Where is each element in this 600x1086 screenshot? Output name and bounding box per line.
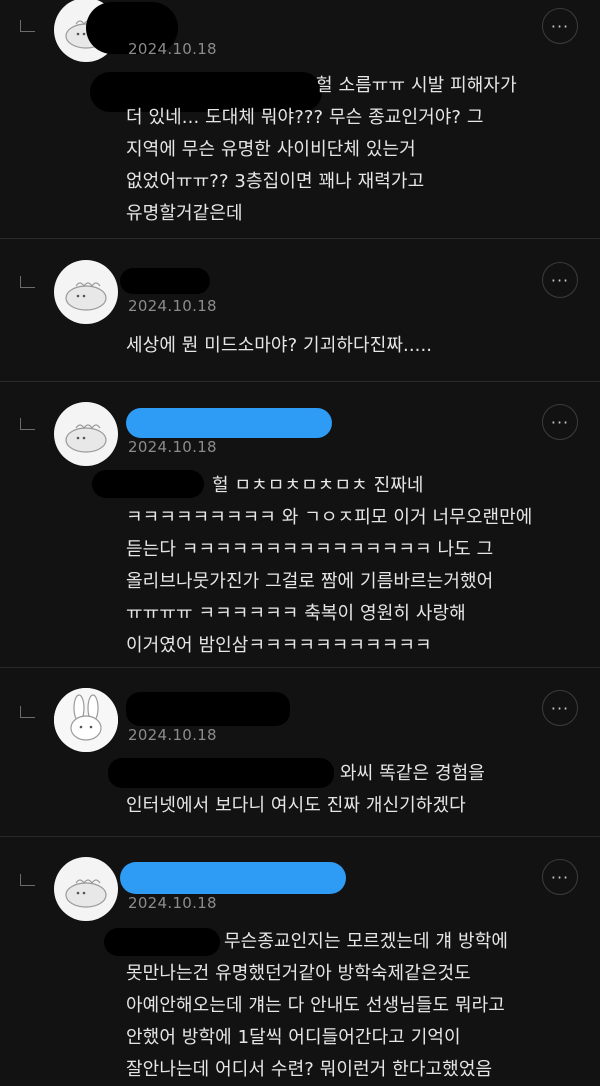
redacted-username — [126, 692, 290, 726]
comment-date: 2024.10.18 — [128, 726, 217, 744]
more-options-button[interactable]: ··· — [542, 690, 578, 726]
redacted-username — [120, 268, 210, 294]
divider — [0, 381, 600, 382]
dino-avatar-icon — [65, 424, 107, 453]
reply-arrow-icon — [20, 276, 35, 288]
comment-date: 2024.10.18 — [128, 438, 217, 456]
divider — [0, 836, 600, 837]
divider — [0, 238, 600, 239]
comment-date: 2024.10.18 — [128, 40, 217, 58]
divider — [0, 667, 600, 668]
comment-date: 2024.10.18 — [128, 297, 217, 315]
avatar[interactable] — [54, 857, 118, 921]
avatar[interactable] — [54, 260, 118, 324]
reply-arrow-icon — [20, 418, 35, 430]
avatar[interactable] — [54, 688, 118, 752]
more-dots-icon: ··· — [550, 698, 570, 718]
more-dots-icon: ··· — [550, 16, 570, 36]
more-dots-icon: ··· — [550, 270, 570, 290]
more-dots-icon: ··· — [550, 867, 570, 887]
redacted-username — [126, 408, 332, 438]
more-dots-icon: ··· — [550, 412, 570, 432]
comment-date: 2024.10.18 — [128, 894, 217, 912]
redacted-username — [120, 862, 346, 894]
comment-text: 무슨종교인지는 모르겠는데 걔 방학에 못만나는건 유명했던거같아 방학숙제같은… — [126, 931, 509, 1080]
comment-text: 세상에 뭔 미드소마야? 기괴하다진짜..... — [126, 335, 433, 356]
avatar[interactable] — [54, 402, 118, 466]
more-options-button[interactable]: ··· — [542, 262, 578, 298]
reply-arrow-icon — [20, 706, 35, 718]
more-options-button[interactable]: ··· — [542, 404, 578, 440]
dino-avatar-icon — [65, 282, 107, 311]
reply-arrow-icon — [20, 20, 35, 32]
comment-text: 와씨 똑같은 경험을 인터넷에서 보다니 여시도 진짜 개신기하겠다 — [126, 763, 485, 816]
more-options-button[interactable]: ··· — [542, 8, 578, 44]
dino-avatar-icon — [65, 879, 107, 908]
reply-arrow-icon — [20, 874, 35, 886]
bunny-avatar-icon — [54, 688, 118, 752]
comment-text: 헐 ㅁㅊㅁㅊㅁㅊㅁㅊ 진짜네 ㅋㅋㅋㅋㅋㅋㅋㅋㅋ 와 ㄱㅇㅈ피모 이거 너무오랜… — [126, 475, 533, 656]
comment-text: 헐 소름ㅠㅠ 시발 피해자가 더 있네... 도대체 뭐야??? 무슨 종교인거… — [126, 75, 517, 224]
more-options-button[interactable]: ··· — [542, 859, 578, 895]
